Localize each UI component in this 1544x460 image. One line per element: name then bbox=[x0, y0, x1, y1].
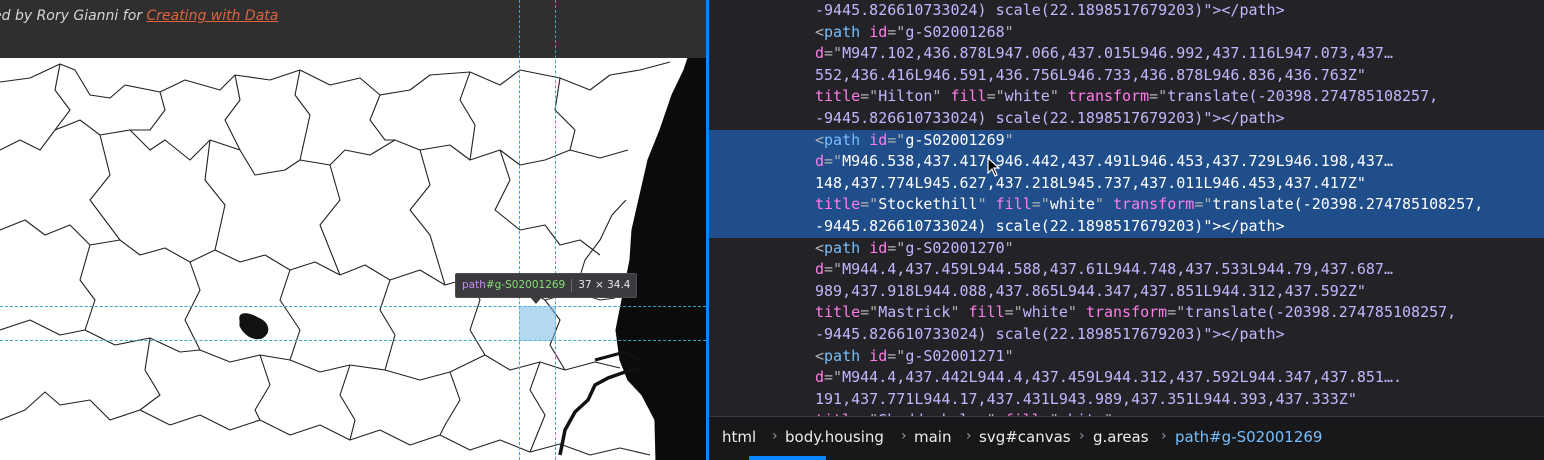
node-d-start: M944.4,437.442L944.4,437.459L944.312,437… bbox=[842, 368, 1403, 387]
page-preview[interactable]: ed by Rory Gianni for Creating with Data bbox=[0, 0, 706, 460]
lake-shape bbox=[239, 313, 269, 340]
node-fill: white bbox=[1004, 87, 1050, 106]
node-d-start: M946.538,437.417L946.442,437.491L946.453… bbox=[842, 152, 1393, 171]
tooltip-separator bbox=[571, 278, 573, 292]
river-line bbox=[558, 366, 641, 456]
node-title: Stockethill bbox=[878, 195, 978, 214]
markup-fragment: -9445.826610733024) scale(22.18985176792… bbox=[709, 0, 1544, 22]
breadcrumb-item[interactable]: g.areas bbox=[1093, 428, 1149, 446]
page-header: ed by Rory Gianni for Creating with Data bbox=[0, 0, 706, 58]
markup-node[interactable]: <path id="g-S02001268" d="M947.102,436.87… bbox=[709, 22, 1544, 130]
guide-line-top bbox=[0, 306, 706, 307]
map-svg bbox=[0, 58, 706, 460]
markup-node[interactable]: <path id="g-S02001269" d="M946.538,437.41… bbox=[709, 129, 1544, 238]
guide-line-bottom bbox=[0, 340, 706, 341]
tooltip-tag: path bbox=[462, 279, 486, 291]
chevron-right-icon: › bbox=[901, 428, 907, 444]
tooltip-id: #g-S02001269 bbox=[485, 279, 566, 291]
chevron-right-icon: › bbox=[1079, 428, 1085, 444]
breadcrumb-item[interactable]: main bbox=[914, 428, 951, 446]
node-tag: path bbox=[824, 238, 861, 257]
node-transform-end: -9445.826610733024) scale(22.18985176792… bbox=[815, 108, 1204, 127]
markup-view[interactable]: -9445.826610733024) scale(22.18985176792… bbox=[709, 0, 1544, 416]
node-id: g-S02001269 bbox=[905, 130, 1005, 149]
node-d-start: M944.4,437.459L944.588,437.61L944.748,43… bbox=[842, 260, 1393, 279]
node-d-start: M947.102,436.878L947.066,437.015L946.992… bbox=[842, 44, 1393, 63]
guide-line-left bbox=[519, 0, 520, 460]
breadcrumb: html › body.housing › main › svg#canvas › g.area… bbox=[709, 416, 1544, 460]
node-title: Mastrick bbox=[878, 303, 951, 322]
node-transform: translate(-20398.274785108257, bbox=[1185, 303, 1457, 322]
mouse-pointer-icon bbox=[987, 157, 1001, 177]
credit-link[interactable]: Creating with Data bbox=[146, 8, 278, 24]
fragment-text: -9445.826610733024) scale(22.18985176792… bbox=[815, 1, 1285, 19]
map-canvas[interactable] bbox=[0, 58, 706, 460]
node-tag: path bbox=[824, 130, 861, 149]
node-d-end: 148,437.774L945.627,437.218L945.737,437.… bbox=[815, 173, 1366, 192]
inspector-panel[interactable]: -9445.826610733024) scale(22.18985176792… bbox=[709, 0, 1544, 460]
node-transform-end: -9445.826610733024) scale(22.18985176792… bbox=[815, 216, 1204, 235]
element-tooltip: path#g-S02001269 37 × 34.4 bbox=[455, 273, 638, 298]
breadcrumb-item[interactable]: html bbox=[722, 428, 756, 446]
node-d-end: 191,437.771L944.17,437.431L943.989,437.3… bbox=[815, 389, 1357, 408]
chevron-right-icon: › bbox=[1161, 428, 1167, 444]
chevron-right-icon: › bbox=[772, 428, 778, 444]
tooltip-size: 37 × 34.4 bbox=[578, 279, 631, 291]
node-id: g-S02001270 bbox=[905, 238, 1005, 257]
markup-node[interactable]: <path id="g-S02001271" d="M944.4,437.442L… bbox=[709, 346, 1544, 417]
tooltip-arrow bbox=[530, 297, 542, 304]
node-fill: white bbox=[1022, 303, 1068, 322]
node-transform: translate(-20398.274785108257, bbox=[1212, 195, 1484, 214]
breadcrumb-item[interactable]: body.housing bbox=[785, 428, 884, 446]
node-transform: translate(-20398.274785108257, bbox=[1167, 87, 1439, 106]
node-d-end: 552,436.416L946.591,436.756L946.733,436.… bbox=[815, 65, 1366, 84]
credit-text: ed by Rory Gianni for Creating with Data bbox=[0, 8, 278, 24]
credit-prefix: ed by Rory Gianni for bbox=[0, 8, 147, 24]
markup-node[interactable]: <path id="g-S02001270" d="M944.4,437.459L… bbox=[709, 238, 1544, 346]
breadcrumb-item[interactable]: path#g-S02001269 bbox=[1175, 428, 1322, 446]
breadcrumb-underline bbox=[749, 456, 826, 460]
node-tag: path bbox=[824, 346, 861, 365]
node-transform-end: -9445.826610733024) scale(22.18985176792… bbox=[815, 324, 1204, 343]
breadcrumb-item[interactable]: svg#canvas bbox=[979, 428, 1071, 446]
node-title: Hilton bbox=[878, 87, 933, 106]
sea-area bbox=[615, 58, 706, 460]
node-close: "></path> bbox=[1203, 324, 1285, 343]
node-tag: path bbox=[824, 22, 861, 41]
node-id: g-S02001271 bbox=[905, 346, 1005, 365]
node-close: "></path> bbox=[1203, 108, 1285, 127]
node-d-end: 989,437.918L944.088,437.865L944.347,437.… bbox=[815, 281, 1366, 300]
node-close: "></path> bbox=[1203, 216, 1285, 235]
node-fill: white bbox=[1049, 195, 1095, 214]
element-highlight bbox=[519, 306, 556, 341]
node-id: g-S02001268 bbox=[905, 22, 1005, 41]
chevron-right-icon: › bbox=[966, 428, 972, 444]
guide-line-right bbox=[555, 0, 556, 460]
